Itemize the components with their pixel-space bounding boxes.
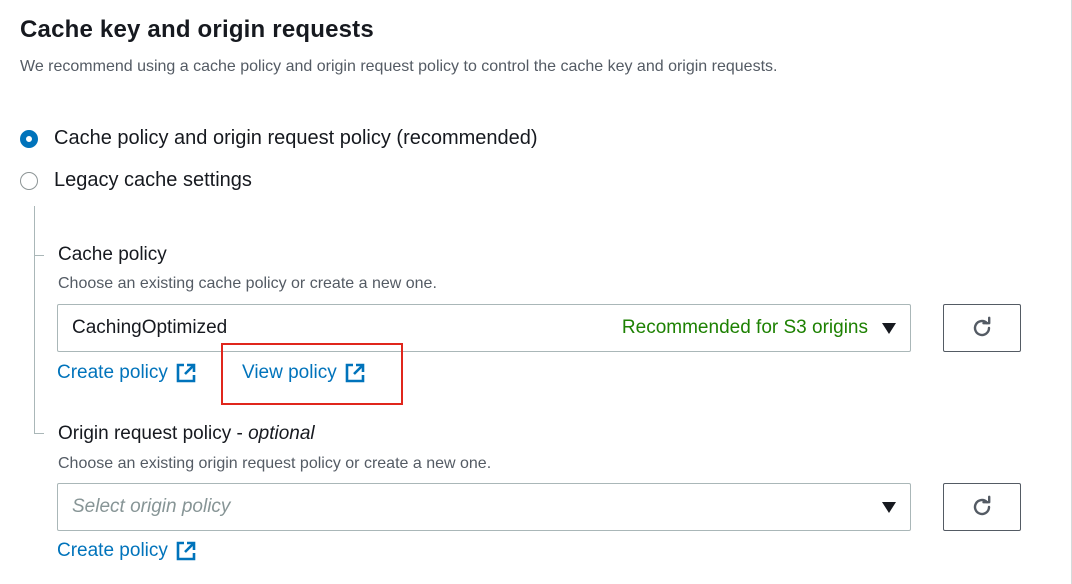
section-description: We recommend using a cache policy and or… <box>20 58 778 75</box>
radio-checked-icon[interactable] <box>20 129 38 148</box>
origin-policy-refresh-button[interactable] <box>943 483 1021 531</box>
radio-label-legacy: Legacy cache settings <box>54 169 252 191</box>
tree-connector-vertical <box>34 206 35 434</box>
origin-request-policy-description: Choose an existing origin request policy… <box>58 455 492 472</box>
radio-option-cache-policy[interactable]: Cache policy and origin request policy (… <box>20 127 538 150</box>
external-link-icon <box>176 363 196 383</box>
cache-policy-description: Choose an existing cache policy or creat… <box>58 275 437 292</box>
cache-policy-selected-value: CachingOptimized <box>72 317 228 338</box>
cache-key-section: Cache key and origin requests We recomme… <box>0 0 1072 584</box>
cache-policy-label: Cache policy <box>58 244 167 265</box>
origin-create-policy-link[interactable]: Create policy <box>57 540 196 562</box>
tree-connector-origin-policy <box>34 433 44 434</box>
section-title: Cache key and origin requests <box>20 16 374 43</box>
highlight-box <box>221 343 403 405</box>
origin-create-policy-label: Create policy <box>57 540 168 561</box>
cache-create-policy-label: Create policy <box>57 362 168 383</box>
radio-unchecked-icon[interactable] <box>20 171 38 190</box>
optional-label: optional <box>248 423 315 444</box>
cache-policy-select[interactable]: CachingOptimized Recommended for S3 orig… <box>57 304 911 352</box>
radio-option-legacy[interactable]: Legacy cache settings <box>20 169 252 192</box>
origin-request-policy-label: Origin request policy - optional <box>58 423 315 445</box>
tree-connector-cache-policy <box>34 255 44 256</box>
refresh-icon <box>973 316 991 337</box>
origin-policy-placeholder: Select origin policy <box>72 496 231 517</box>
origin-request-policy-label-text: Origin request policy - <box>58 423 249 444</box>
external-link-icon <box>176 541 196 561</box>
origin-policy-select[interactable]: Select origin policy <box>57 483 911 531</box>
radio-label-cache-policy: Cache policy and origin request policy (… <box>54 127 538 149</box>
recommended-tag: Recommended for S3 origins <box>621 317 868 338</box>
refresh-icon <box>973 495 991 516</box>
cache-policy-refresh-button[interactable] <box>943 304 1021 352</box>
caret-down-icon <box>882 501 896 513</box>
caret-down-icon <box>882 322 896 334</box>
cache-create-policy-link[interactable]: Create policy <box>57 362 196 384</box>
